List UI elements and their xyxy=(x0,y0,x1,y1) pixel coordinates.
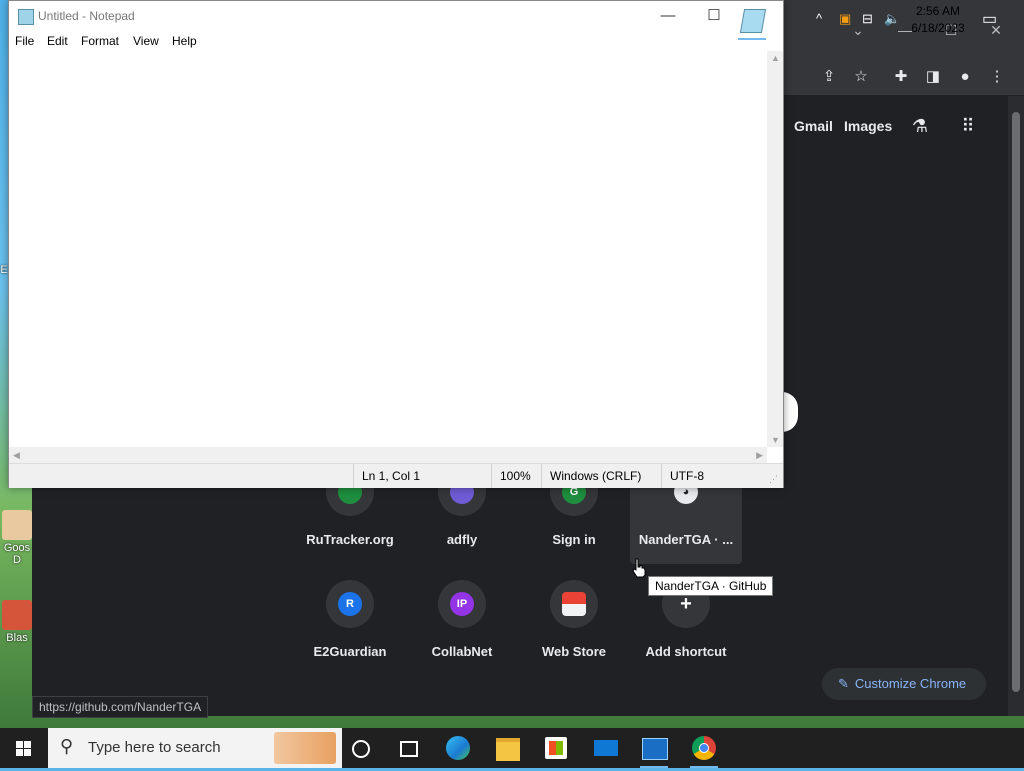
menu-format[interactable]: Format xyxy=(81,34,119,48)
notepad-taskbar-icon[interactable] xyxy=(728,0,776,40)
shortcut-tooltip: NanderTGA · GitHub xyxy=(648,576,774,596)
clock-time: 2:56 AM xyxy=(915,4,961,18)
status-bar: Ln 1, Col 1 100% Windows (CRLF) UTF-8 ⋰ xyxy=(9,463,783,488)
vertical-scrollbar[interactable]: ▲ ▼ xyxy=(767,51,783,447)
microsoft-store-icon[interactable] xyxy=(532,728,580,768)
volume-muted-icon[interactable]: 🔈 xyxy=(884,11,900,27)
customize-chrome-button[interactable]: ✎ Customize Chrome xyxy=(822,668,986,700)
windows-logo-icon xyxy=(16,741,31,756)
shortcut-label: Web Store xyxy=(541,644,607,659)
line-ending: Windows (CRLF) xyxy=(550,469,642,483)
scroll-down-icon[interactable]: ▼ xyxy=(771,435,780,445)
labs-flask-icon[interactable]: ⚗ xyxy=(909,116,931,138)
profile-avatar-icon[interactable]: ● xyxy=(955,67,975,87)
e2guardian-favicon: R xyxy=(338,592,362,616)
collabnet-favicon: IP xyxy=(450,592,474,616)
customize-chrome-label: Customize Chrome xyxy=(854,676,967,691)
shortcut-label: CollabNet xyxy=(431,644,493,659)
taskbar: ⚲ Type here to search xyxy=(0,728,1024,768)
desktop-icon-label: Goos D xyxy=(3,542,31,566)
network-icon[interactable]: ⊟ xyxy=(862,11,873,27)
search-icon: ⚲ xyxy=(60,736,74,756)
side-panel-icon[interactable]: ◨ xyxy=(923,67,943,87)
shortcut-label: Sign in xyxy=(552,532,596,547)
notification-center-icon[interactable]: ▭ xyxy=(982,9,997,29)
window-title: Untitled - Notepad xyxy=(38,9,135,23)
status-separator xyxy=(661,464,662,488)
scroll-left-icon[interactable]: ◀ xyxy=(13,450,20,461)
show-hidden-icons-chevron-icon[interactable]: ^ xyxy=(816,11,822,26)
extensions-puzzle-icon[interactable]: ✚ xyxy=(891,67,911,87)
goose-app-icon xyxy=(2,510,32,540)
edge-browser-icon[interactable] xyxy=(434,728,482,768)
status-separator xyxy=(491,464,492,488)
file-explorer-icon[interactable] xyxy=(484,728,532,768)
images-link[interactable]: Images xyxy=(844,118,892,134)
cursor-position: Ln 1, Col 1 xyxy=(362,469,421,483)
search-placeholder: Type here to search xyxy=(88,739,221,756)
share-icon[interactable]: ⇪ xyxy=(819,67,839,87)
menu-edit[interactable]: Edit xyxy=(47,34,68,48)
scroll-up-icon[interactable]: ▲ xyxy=(771,53,780,63)
tray-app-icon[interactable]: ▣ xyxy=(839,11,851,27)
menu-view[interactable]: View xyxy=(133,34,159,48)
desktop-edge-text: E xyxy=(0,264,8,276)
apps-grid-icon[interactable]: ⠿ xyxy=(957,116,979,138)
task-view-icon[interactable] xyxy=(384,728,432,768)
encoding: UTF-8 xyxy=(670,469,704,483)
zoom-level: 100% xyxy=(500,469,531,483)
desktop-icon-goose[interactable]: Goos D xyxy=(0,510,34,566)
taskbar-app-icon[interactable] xyxy=(630,728,678,768)
menu-file[interactable]: File xyxy=(15,34,34,48)
notepad-app-icon xyxy=(18,9,34,25)
menu-kebab-icon[interactable]: ⋮ xyxy=(987,67,1007,87)
gmail-link[interactable]: Gmail xyxy=(794,118,833,134)
status-bubble-url: https://github.com/NanderTGA xyxy=(32,696,209,718)
shortcut-web-store[interactable]: Web Store xyxy=(518,564,630,676)
chrome-taskbar-icon[interactable] xyxy=(680,728,728,768)
shortcut-e2guardian[interactable]: R E2Guardian xyxy=(294,564,406,676)
minimize-button[interactable]: — xyxy=(645,1,691,31)
scroll-right-icon[interactable]: ▶ xyxy=(756,450,763,461)
notepad-window: Untitled - Notepad — ☐ ✕ File Edit Forma… xyxy=(8,0,784,488)
resize-grip-icon[interactable]: ⋰ xyxy=(769,474,778,485)
shortcut-label: Add shortcut xyxy=(645,644,727,659)
bookmark-star-icon[interactable]: ☆ xyxy=(851,67,871,87)
search-highlight-image xyxy=(274,732,336,764)
desktop-icon-blaster[interactable]: Blas xyxy=(0,600,34,644)
cortana-icon[interactable] xyxy=(336,728,384,768)
shortcut-label: RuTracker.org xyxy=(306,532,394,547)
clock[interactable]: 2:56 AM 6/18/2023 xyxy=(904,3,972,37)
status-separator xyxy=(353,464,354,488)
scrollbar-thumb[interactable] xyxy=(1012,112,1020,692)
desktop-icon-label: Blas xyxy=(6,632,28,644)
shortcut-label: adfly xyxy=(446,532,478,547)
notepad-titlebar[interactable]: Untitled - Notepad — ☐ ✕ xyxy=(9,1,783,31)
page-scrollbar[interactable] xyxy=(1008,96,1024,716)
text-editor-area[interactable] xyxy=(9,51,767,447)
menu-bar: File Edit Format View Help xyxy=(9,31,783,51)
mail-icon[interactable] xyxy=(582,728,630,768)
pencil-icon: ✎ xyxy=(838,676,849,691)
shortcut-collabnet[interactable]: IP CollabNet xyxy=(406,564,518,676)
hand-cursor-icon xyxy=(632,558,646,578)
taskbar-search-box[interactable]: ⚲ Type here to search xyxy=(48,728,342,768)
clock-date: 6/18/2023 xyxy=(911,21,965,35)
blaster-app-icon xyxy=(2,600,32,630)
web-store-favicon xyxy=(562,592,586,616)
shortcut-label: NanderTGA · ... xyxy=(638,532,734,547)
shortcut-label: E2Guardian xyxy=(313,644,387,659)
start-button[interactable] xyxy=(0,728,48,768)
status-separator xyxy=(541,464,542,488)
menu-help[interactable]: Help xyxy=(172,34,197,48)
horizontal-scrollbar[interactable]: ◀ ▶ xyxy=(9,447,767,463)
